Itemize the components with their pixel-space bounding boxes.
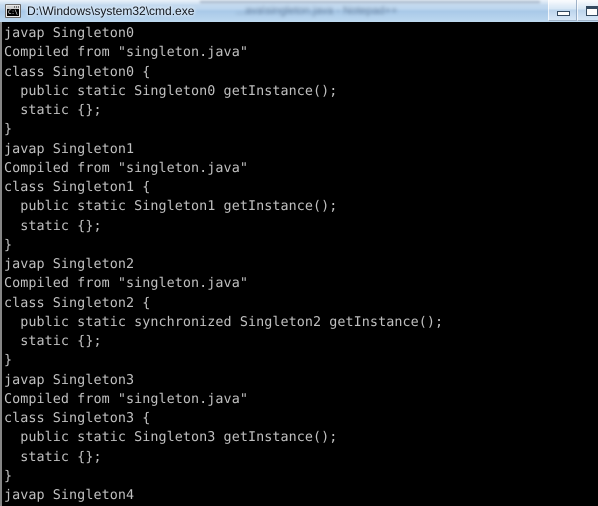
minimize-icon bbox=[557, 11, 570, 16]
minimize-button[interactable] bbox=[548, 0, 577, 21]
background-window-edge bbox=[200, 1, 540, 3]
console-client-area[interactable]: javap Singleton0 Compiled from "singleto… bbox=[0, 22, 598, 506]
window-caption-buttons bbox=[548, 0, 598, 21]
window-titlebar[interactable]: ...ava\singleton.java - Notepad++ C:\ D:… bbox=[0, 0, 598, 22]
background-window-title-blurred: ...ava\singleton.java - Notepad++ bbox=[236, 5, 398, 17]
window-title: D:\Windows\system32\cmd.exe bbox=[27, 4, 195, 18]
maximize-button[interactable] bbox=[577, 0, 598, 21]
cmd-icon-prompt-text: C:\ bbox=[7, 9, 19, 16]
cmd-console-icon[interactable]: C:\ bbox=[5, 4, 21, 18]
cmd-window: ...ava\singleton.java - Notepad++ C:\ D:… bbox=[0, 0, 598, 506]
cmd-icon-caption-dots bbox=[14, 6, 19, 8]
maximize-icon bbox=[586, 6, 598, 16]
console-output: javap Singleton0 Compiled from "singleto… bbox=[4, 26, 444, 503]
